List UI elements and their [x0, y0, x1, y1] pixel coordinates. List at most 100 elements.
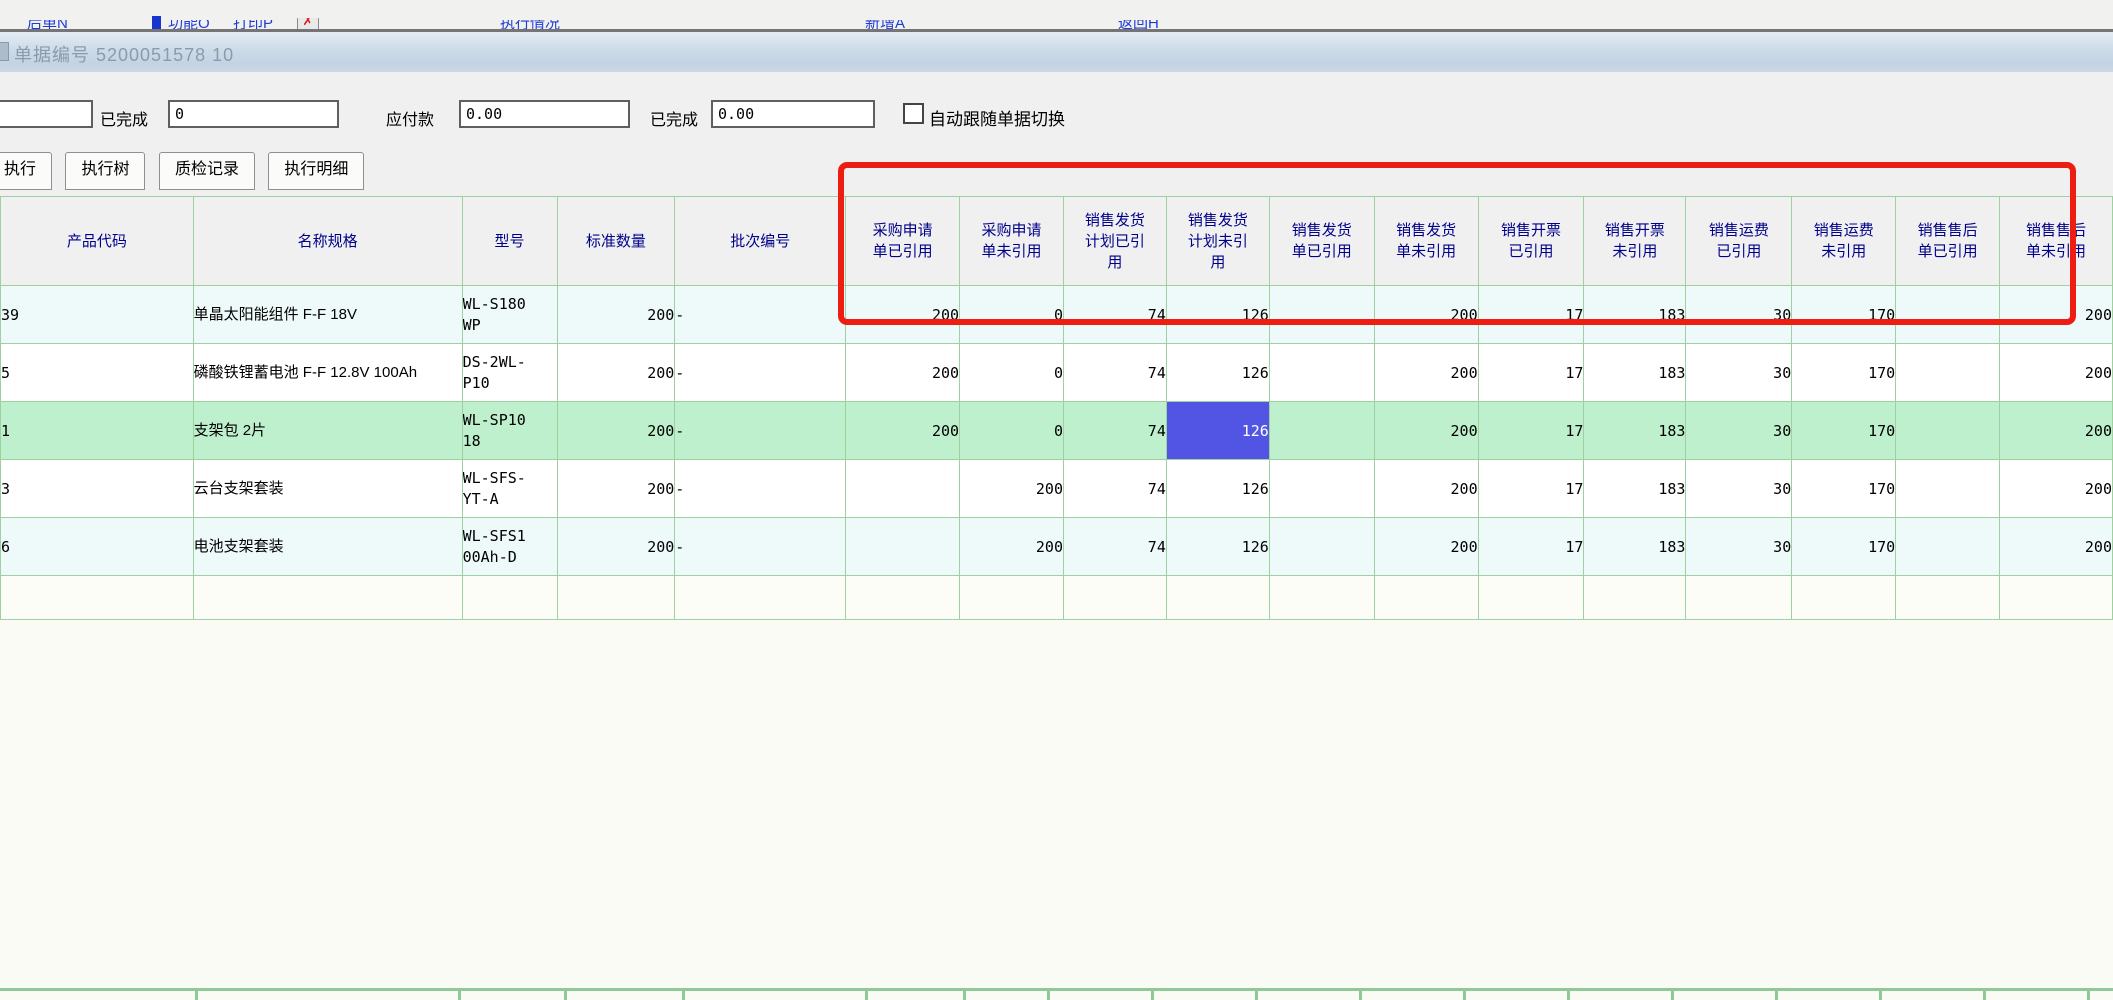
- grid-cell[interactable]: [1584, 576, 1686, 620]
- grid-cell[interactable]: [846, 460, 960, 518]
- grid-cell[interactable]: [1269, 518, 1374, 576]
- grid-cell[interactable]: [846, 518, 960, 576]
- col-header[interactable]: 销售开票已引用: [1478, 197, 1584, 286]
- left-cut-input[interactable]: [0, 100, 93, 128]
- payable-input[interactable]: [459, 100, 630, 128]
- grid-cell[interactable]: [1478, 576, 1584, 620]
- grid-cell[interactable]: 200: [2000, 344, 2113, 402]
- grid-cell[interactable]: 200: [846, 402, 960, 460]
- grid-cell[interactable]: [1269, 576, 1374, 620]
- col-header[interactable]: 销售运费未引用: [1792, 197, 1896, 286]
- print-cancel-icon[interactable]: ✗: [297, 13, 319, 30]
- grid-cell[interactable]: -: [675, 518, 846, 576]
- col-header[interactable]: 产品代码: [1, 197, 194, 286]
- grid-cell[interactable]: 3: [1, 460, 194, 518]
- grid-cell[interactable]: [960, 576, 1064, 620]
- grid-cell[interactable]: -: [675, 286, 846, 344]
- completed1-input[interactable]: [168, 100, 339, 128]
- menu-item-return[interactable]: 返回H: [1118, 12, 1159, 32]
- grid-cell[interactable]: 170: [1792, 286, 1896, 344]
- grid-cell[interactable]: [1896, 344, 2000, 402]
- grid-cell[interactable]: [1374, 576, 1478, 620]
- grid-cell[interactable]: [1166, 576, 1269, 620]
- grid-cell[interactable]: 1: [1, 402, 194, 460]
- grid-cell[interactable]: 30: [1686, 518, 1792, 576]
- grid-cell[interactable]: 183: [1584, 286, 1686, 344]
- grid-cell[interactable]: 183: [1584, 518, 1686, 576]
- grid-cell[interactable]: [1896, 518, 2000, 576]
- grid-cell[interactable]: 200: [2000, 518, 2113, 576]
- col-header[interactable]: 采购申请单未引用: [960, 197, 1064, 286]
- grid-cell[interactable]: [462, 576, 557, 620]
- grid-cell[interactable]: WL-S180WP: [462, 286, 557, 344]
- grid-cell[interactable]: 17: [1478, 286, 1584, 344]
- col-header[interactable]: 批次编号: [675, 197, 846, 286]
- col-header[interactable]: 销售运费已引用: [1686, 197, 1792, 286]
- grid-cell[interactable]: 74: [1064, 518, 1167, 576]
- grid-cell[interactable]: 200: [2000, 286, 2113, 344]
- grid-cell[interactable]: 170: [1792, 344, 1896, 402]
- grid-cell[interactable]: 200: [846, 286, 960, 344]
- grid-cell[interactable]: 云台支架套装: [193, 460, 462, 518]
- grid-cell[interactable]: [1896, 402, 2000, 460]
- grid-cell[interactable]: [1896, 576, 2000, 620]
- grid-cell[interactable]: 200: [557, 286, 675, 344]
- grid-cell[interactable]: 200: [846, 344, 960, 402]
- grid-cell[interactable]: 30: [1686, 344, 1792, 402]
- grid-cell[interactable]: 17: [1478, 344, 1584, 402]
- col-header[interactable]: 销售发货单未引用: [1374, 197, 1478, 286]
- grid-cell[interactable]: [1792, 576, 1896, 620]
- grid-cell[interactable]: 200: [960, 460, 1064, 518]
- grid-cell[interactable]: -: [675, 344, 846, 402]
- col-header[interactable]: 销售发货计划未引用: [1166, 197, 1269, 286]
- grid-cell[interactable]: 74: [1064, 460, 1167, 518]
- grid-cell[interactable]: 200: [1374, 344, 1478, 402]
- grid-cell[interactable]: 170: [1792, 402, 1896, 460]
- grid-cell[interactable]: [1269, 402, 1374, 460]
- grid-cell[interactable]: [557, 576, 675, 620]
- grid-cell[interactable]: 126: [1166, 344, 1269, 402]
- grid-cell[interactable]: 30: [1686, 286, 1792, 344]
- menu-item-functions[interactable]: 功能O: [168, 12, 210, 32]
- menu-item-print[interactable]: 打印P: [233, 12, 273, 32]
- grid-cell[interactable]: 200: [1374, 518, 1478, 576]
- grid-cell[interactable]: 5: [1, 344, 194, 402]
- grid-cell[interactable]: 183: [1584, 460, 1686, 518]
- grid-cell[interactable]: 200: [2000, 402, 2113, 460]
- grid-cell[interactable]: 17: [1478, 518, 1584, 576]
- grid-cell[interactable]: [846, 576, 960, 620]
- grid-cell[interactable]: 170: [1792, 460, 1896, 518]
- grid-cell[interactable]: 200: [1374, 402, 1478, 460]
- col-header[interactable]: 标准数量: [557, 197, 675, 286]
- grid-cell[interactable]: 6: [1, 518, 194, 576]
- grid-cell[interactable]: [1269, 286, 1374, 344]
- grid-cell[interactable]: 30: [1686, 460, 1792, 518]
- grid-cell[interactable]: 74: [1064, 402, 1167, 460]
- menu-item-add[interactable]: 新增A: [865, 12, 905, 32]
- grid-cell[interactable]: 单晶太阳能组件 F-F 18V: [193, 286, 462, 344]
- grid-cell[interactable]: DS-2WL-P10: [462, 344, 557, 402]
- grid-cell[interactable]: 126: [1166, 402, 1269, 460]
- grid-cell[interactable]: 74: [1064, 286, 1167, 344]
- grid-cell[interactable]: 电池支架套装: [193, 518, 462, 576]
- grid-cell[interactable]: 39: [1, 286, 194, 344]
- grid-cell[interactable]: 200: [1374, 286, 1478, 344]
- completed2-input[interactable]: [711, 100, 875, 128]
- grid-cell[interactable]: [1, 576, 194, 620]
- grid-cell[interactable]: -: [675, 460, 846, 518]
- tab-execute-tree[interactable]: 执行树: [65, 152, 145, 190]
- tab-execute-detail[interactable]: 执行明细: [268, 152, 364, 190]
- grid-cell[interactable]: 17: [1478, 402, 1584, 460]
- grid-cell[interactable]: 0: [960, 344, 1064, 402]
- tab-qc-records[interactable]: 质检记录: [159, 152, 255, 190]
- grid-cell[interactable]: 30: [1686, 402, 1792, 460]
- grid-cell[interactable]: 74: [1064, 344, 1167, 402]
- grid-cell[interactable]: 17: [1478, 460, 1584, 518]
- grid-cell[interactable]: 183: [1584, 344, 1686, 402]
- grid-cell[interactable]: [1896, 286, 2000, 344]
- grid-cell[interactable]: [1064, 576, 1167, 620]
- grid-cell[interactable]: 126: [1166, 518, 1269, 576]
- col-header[interactable]: 销售售后单未引用: [2000, 197, 2113, 286]
- grid-cell[interactable]: 200: [557, 344, 675, 402]
- grid-cell[interactable]: 200: [1374, 460, 1478, 518]
